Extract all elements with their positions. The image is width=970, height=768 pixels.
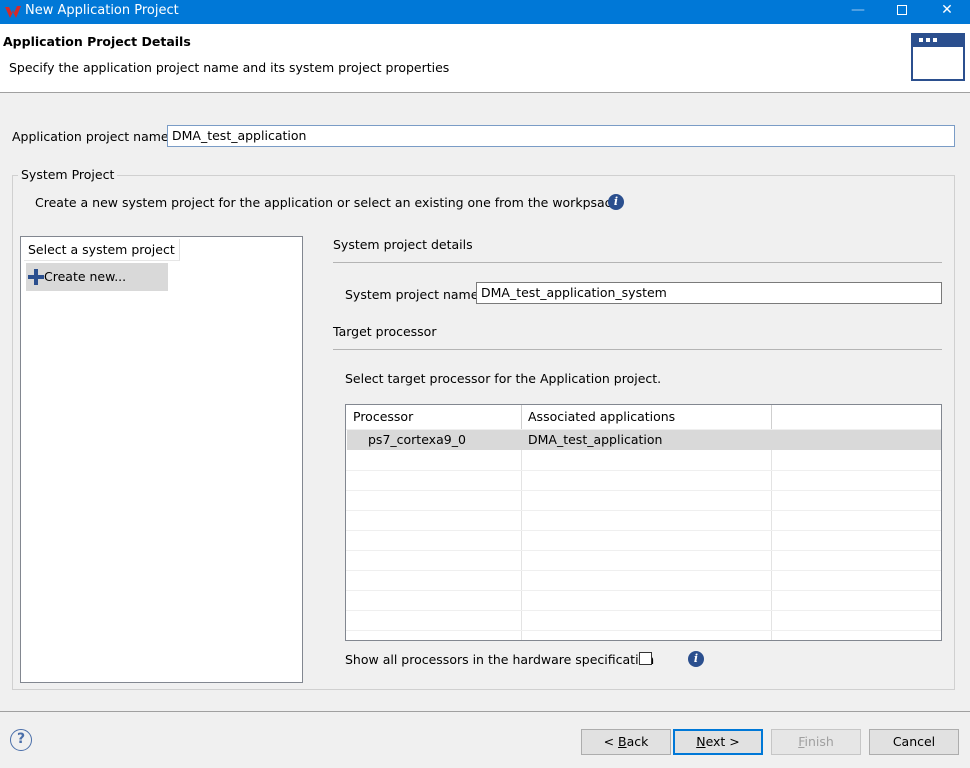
footer-separator — [0, 711, 970, 712]
grid-line — [346, 510, 941, 511]
project-name-label: Application project name: — [12, 129, 173, 144]
target-separator — [333, 349, 942, 350]
processor-cell: ps7_cortexa9_0 — [368, 432, 466, 447]
create-new-system-project-item[interactable]: Create new... — [26, 263, 168, 291]
cancel-button[interactable]: Cancel — [869, 729, 959, 755]
grid-line — [346, 550, 941, 551]
system-project-description: Create a new system project for the appl… — [35, 195, 620, 210]
associated-applications-column-header[interactable]: Associated applications — [521, 405, 675, 429]
page-description: Specify the application project name and… — [9, 60, 450, 75]
target-processor-title: Target processor — [333, 324, 437, 339]
maximize-icon — [897, 5, 907, 15]
next-mnemonic: N — [696, 734, 706, 749]
back-prefix: < — [603, 734, 619, 749]
create-new-label: Create new... — [44, 269, 127, 284]
plus-icon — [28, 269, 44, 285]
show-all-processors-checkbox[interactable] — [639, 652, 652, 665]
details-separator — [333, 262, 942, 263]
back-button[interactable]: < Back — [581, 729, 671, 755]
window-title: New Application Project — [25, 3, 179, 18]
grid-line — [346, 630, 941, 631]
info-icon[interactable]: i — [688, 651, 704, 667]
system-project-name-input[interactable]: DMA_test_application_system — [476, 282, 942, 304]
next-button[interactable]: Next > — [673, 729, 763, 755]
finish-label: inish — [804, 734, 834, 749]
minimize-button[interactable]: — — [835, 0, 881, 24]
system-project-list[interactable]: Select a system project Create new... — [20, 236, 303, 683]
project-name-input[interactable]: DMA_test_application — [167, 125, 955, 147]
grid-line — [346, 590, 941, 591]
system-project-group-title: System Project — [18, 167, 118, 182]
target-processor-instruction: Select target processor for the Applicat… — [345, 371, 662, 386]
processor-column-header[interactable]: Processor — [346, 405, 413, 429]
close-button[interactable]: ✕ — [924, 0, 970, 24]
header-divider — [771, 405, 772, 429]
next-label: ext > — [705, 734, 740, 749]
application-window-icon — [911, 33, 965, 81]
info-icon[interactable]: i — [608, 194, 624, 210]
help-icon[interactable]: ? — [10, 729, 32, 751]
grid-line — [346, 470, 941, 471]
grid-line — [346, 490, 941, 491]
title-bar: New Application Project — ✕ — [0, 0, 970, 24]
grid-line — [346, 610, 941, 611]
back-mnemonic: B — [618, 734, 627, 749]
maximize-button[interactable] — [879, 0, 925, 24]
wizard-header: Application Project Details Specify the … — [0, 24, 970, 93]
show-all-processors-label: Show all processors in the hardware spec… — [345, 652, 655, 667]
applications-cell: DMA_test_application — [528, 432, 663, 447]
header-divider — [521, 405, 522, 429]
system-project-list-header: Select a system project — [24, 239, 180, 261]
page-title: Application Project Details — [3, 34, 191, 49]
finish-button[interactable]: Finish — [771, 729, 861, 755]
system-project-details-title: System project details — [333, 237, 473, 252]
processor-table[interactable]: Processor Associated applications ps7_co… — [345, 404, 942, 641]
grid-line — [346, 530, 941, 531]
grid-line — [346, 570, 941, 571]
system-project-name-label: System project name: — [345, 287, 483, 302]
vitis-logo-icon — [5, 6, 21, 18]
back-label: ack — [626, 734, 649, 749]
